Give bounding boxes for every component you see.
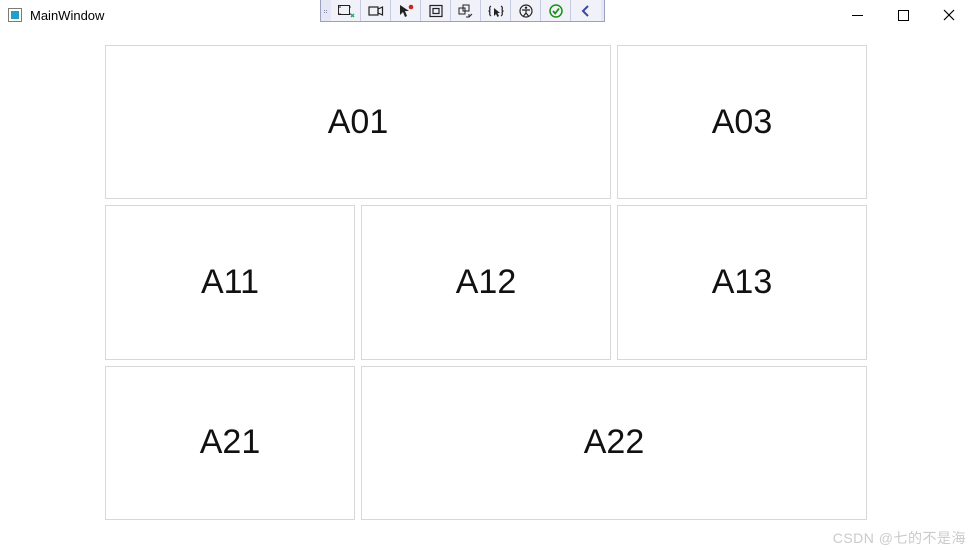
cell-label: A12 <box>456 263 517 302</box>
square-icon[interactable] <box>421 0 451 21</box>
cell-A03: A03 <box>617 45 867 199</box>
cell-A01: A01 <box>105 45 611 199</box>
window-title: MainWindow <box>30 8 104 23</box>
maximize-button[interactable] <box>880 0 926 30</box>
cell-A13: A13 <box>617 205 867 359</box>
select-tool-icon[interactable] <box>331 0 361 21</box>
cell-label: A01 <box>328 103 389 142</box>
cell-label: A03 <box>712 103 773 142</box>
chevron-left-icon[interactable] <box>571 0 601 21</box>
cell-label: A11 <box>201 263 259 302</box>
arrange-icon[interactable] <box>451 0 481 21</box>
cell-A12: A12 <box>361 205 611 359</box>
cell-label: A22 <box>584 423 645 462</box>
window-controls <box>834 0 972 30</box>
watermark: CSDN @七的不是海 <box>833 528 966 548</box>
cell-label: A13 <box>712 263 773 302</box>
cell-A21: A21 <box>105 366 355 520</box>
close-button[interactable] <box>926 0 972 30</box>
cell-A22: A22 <box>361 366 867 520</box>
cell-label: A21 <box>200 423 261 462</box>
minimize-button[interactable] <box>834 0 880 30</box>
check-circle-icon[interactable] <box>541 0 571 21</box>
accessibility-icon[interactable] <box>511 0 541 21</box>
client-area: A01 A03 A11 A12 A13 A21 A22 <box>105 45 867 520</box>
wpf-diagnostic-toolbar <box>320 0 605 22</box>
cursor-record-icon[interactable] <box>391 0 421 21</box>
app-icon <box>8 8 22 22</box>
camera-icon[interactable] <box>361 0 391 21</box>
cell-A11: A11 <box>105 205 355 359</box>
grid: A01 A03 A11 A12 A13 A21 A22 <box>105 45 867 520</box>
toolbar-grip[interactable] <box>324 0 328 21</box>
curly-cursor-icon[interactable] <box>481 0 511 21</box>
